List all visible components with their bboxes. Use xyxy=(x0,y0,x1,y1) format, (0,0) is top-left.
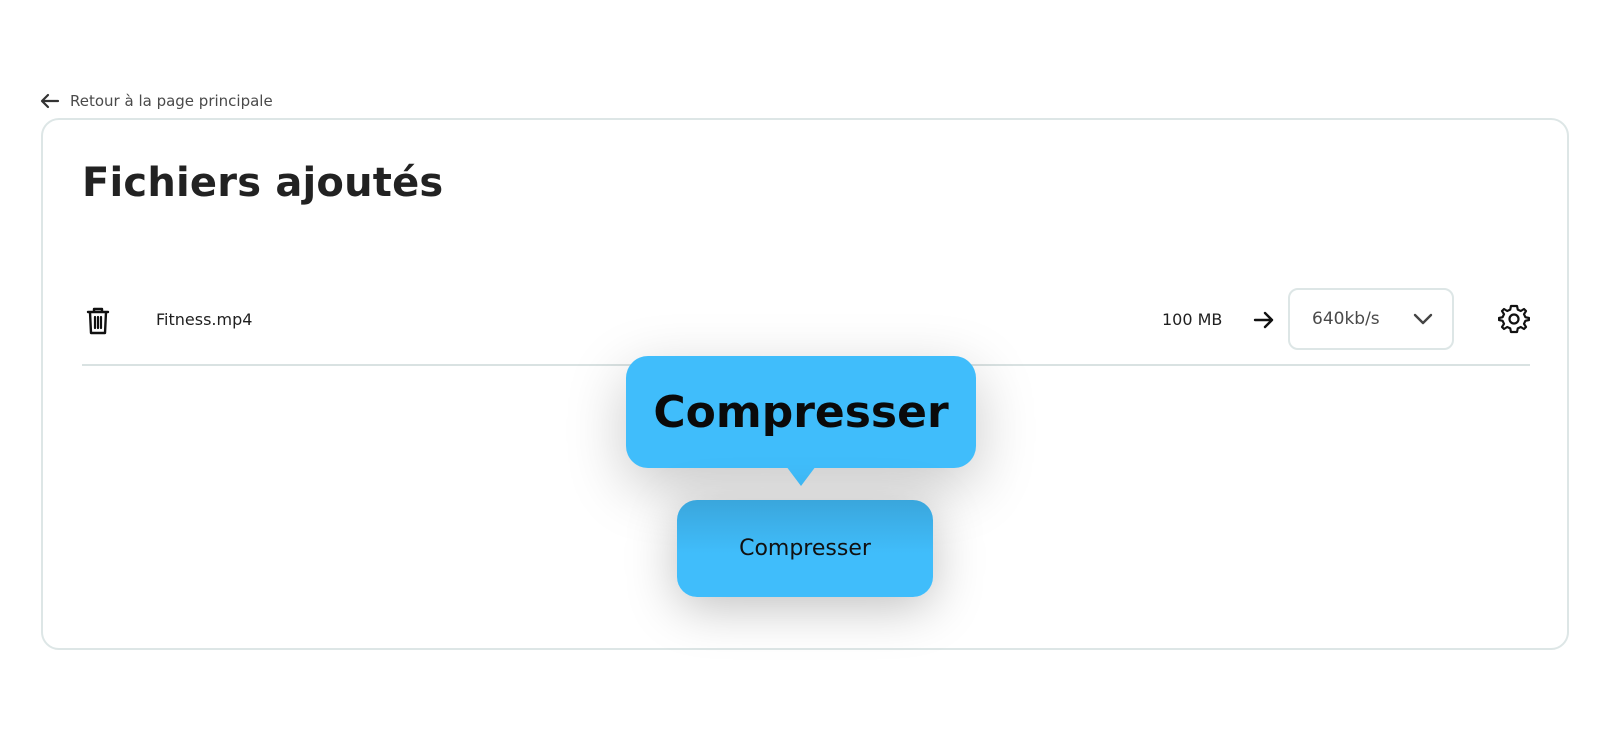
page-title: Fichiers ajoutés xyxy=(82,160,444,206)
file-size: 100 MB xyxy=(1162,310,1223,329)
trash-icon xyxy=(86,307,110,335)
gear-icon xyxy=(1497,304,1531,334)
back-link-label: Retour à la page principale xyxy=(70,92,273,110)
page: Retour à la page principale Fichiers ajo… xyxy=(0,0,1616,742)
bitrate-select[interactable]: 640kb/s xyxy=(1288,288,1454,350)
tooltip-pointer xyxy=(786,466,816,486)
arrow-left-icon xyxy=(40,93,60,109)
file-row: Fitness.mp4 100 MB 640kb/s xyxy=(82,288,1531,366)
compress-button[interactable]: Compresser xyxy=(677,500,933,597)
compress-tooltip: Compresser xyxy=(626,356,976,468)
delete-file-button[interactable] xyxy=(82,304,114,336)
chevron-down-icon xyxy=(1413,313,1433,325)
settings-button[interactable] xyxy=(1497,303,1531,335)
file-name: Fitness.mp4 xyxy=(156,310,253,329)
tooltip-label: Compresser xyxy=(653,386,949,438)
back-link[interactable]: Retour à la page principale xyxy=(40,92,273,110)
bitrate-value: 640kb/s xyxy=(1312,309,1380,329)
arrow-right-icon xyxy=(1253,311,1274,329)
